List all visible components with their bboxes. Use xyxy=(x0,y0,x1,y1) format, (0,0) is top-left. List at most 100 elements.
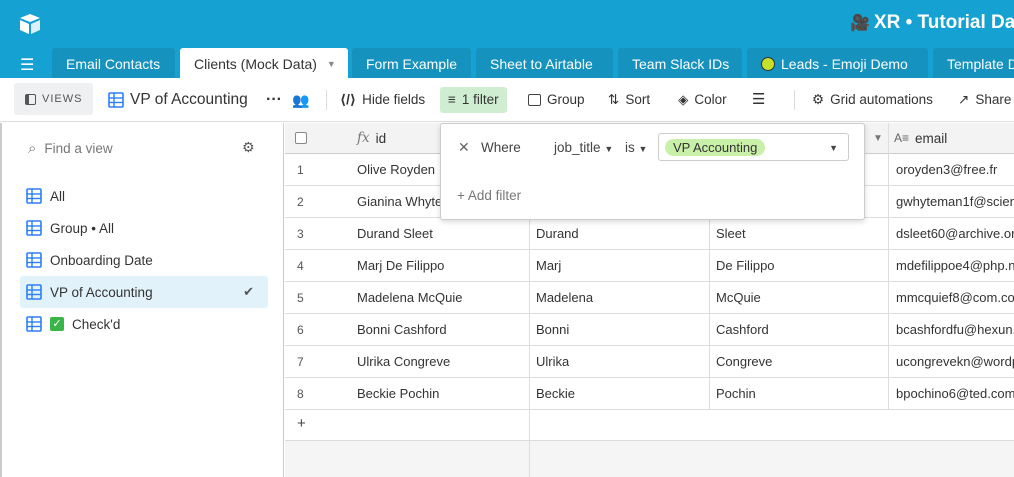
cell-last-name[interactable]: Sleet xyxy=(716,218,746,250)
tab-leads-emoji-demo[interactable]: Leads - Emoji Demo xyxy=(747,48,928,78)
cell-id[interactable]: Bonni Cashford xyxy=(357,314,447,346)
column-divider xyxy=(888,186,889,218)
sort-icon: ⇅ xyxy=(608,92,620,107)
share-button[interactable]: ↗ Share xyxy=(958,87,1011,113)
view-item-all[interactable]: All xyxy=(20,180,268,212)
filter-field-select[interactable]: job_title ▼ xyxy=(554,140,613,155)
cell-id[interactable]: Durand Sleet xyxy=(357,218,433,250)
view-item-onboarding-date[interactable]: Onboarding Date xyxy=(20,244,268,276)
cell-first-name[interactable]: Marj xyxy=(536,250,561,282)
cell-email[interactable]: gwhyteman1f@scien xyxy=(896,186,1014,218)
filter-operator-select[interactable]: is ▼ xyxy=(625,140,647,155)
cell-last-name[interactable]: Cashford xyxy=(716,314,769,346)
grid-view-icon xyxy=(26,284,42,300)
cell-email[interactable]: oroyden3@free.fr xyxy=(896,154,1014,186)
table-row[interactable]: 6 Bonni Cashford Bonni Cashford bcashfordfu@… xyxy=(285,314,1014,346)
collaborators-icon[interactable]: 👥 xyxy=(292,87,309,113)
base-title[interactable]: 🎥 XR • Tutorial Data xyxy=(850,12,1014,34)
view-item-vp-of-accounting[interactable]: VP of Accounting ✔ xyxy=(20,276,268,308)
cell-last-name[interactable]: McQuie xyxy=(716,282,761,314)
sort-button[interactable]: ⇅ Sort xyxy=(608,87,650,113)
filter-value-select[interactable]: VP Accounting ▼ xyxy=(658,133,849,161)
row-number: 6 xyxy=(297,323,304,337)
cell-email[interactable]: ucongrevekn@wordp xyxy=(896,346,1014,378)
cell-last-name[interactable]: De Filippo xyxy=(716,250,775,282)
paint-bucket-icon: ◈ xyxy=(678,92,689,107)
grid-view-icon xyxy=(26,316,42,332)
add-filter-button[interactable]: + Add filter xyxy=(457,188,521,203)
checkmark-icon: ✔ xyxy=(243,284,254,299)
table-row[interactable]: 8 Beckie Pochin Beckie Pochin bpochino6@ted.… xyxy=(285,378,1014,410)
grid-automations-button[interactable]: ⚙ Grid automations xyxy=(812,87,933,113)
column-divider xyxy=(709,282,710,314)
menu-icon[interactable]: ☰ xyxy=(20,55,34,75)
views-toggle-button[interactable]: VIEWS xyxy=(14,83,94,115)
movie-camera-icon: 🎥 xyxy=(850,15,870,32)
view-item-group-all[interactable]: Group • All xyxy=(20,212,268,244)
table-row[interactable]: 3 Durand Sleet Durand Sleet dsleet60@archive… xyxy=(285,218,1014,250)
cell-id[interactable]: Marj De Filippo xyxy=(357,250,444,282)
filter-where-label: Where xyxy=(481,140,521,155)
tab-sheet-to-airtable[interactable]: Sheet to Airtable xyxy=(476,48,613,78)
column-divider xyxy=(709,250,710,282)
tab-team-slack-ids[interactable]: Team Slack IDs xyxy=(618,48,742,78)
cell-first-name[interactable]: Madelena xyxy=(536,282,593,314)
remove-filter-icon[interactable]: ✕ xyxy=(458,139,470,156)
tab-clients-mock-data[interactable]: Clients (Mock Data) ▼ xyxy=(180,48,348,78)
cell-email[interactable]: mdefilippoe4@php.n xyxy=(896,250,1014,282)
cell-id[interactable]: Gianina Whyte xyxy=(357,186,442,218)
base-title-text: XR • Tutorial Data xyxy=(873,12,1014,33)
row-number: 5 xyxy=(297,291,304,305)
cell-id[interactable]: Beckie Pochin xyxy=(357,378,439,410)
view-item-checkd[interactable]: ✓ Check'd xyxy=(20,308,268,340)
color-button[interactable]: ◈ Color xyxy=(678,87,727,113)
cell-last-name[interactable]: Congreve xyxy=(716,346,772,378)
add-row-button[interactable]: + xyxy=(285,410,1014,441)
row-height-icon[interactable]: ☰ xyxy=(752,87,765,113)
current-view[interactable]: VP of Accounting xyxy=(108,87,248,113)
cell-email[interactable]: dsleet60@archive.org xyxy=(896,218,1014,250)
chevron-down-icon[interactable]: ▼ xyxy=(327,59,336,69)
select-all-checkbox[interactable] xyxy=(295,132,307,144)
cell-email[interactable]: bpochino6@ted.com xyxy=(896,378,1014,410)
hide-fields-button[interactable]: ⟨/⟩ Hide fields xyxy=(340,87,425,113)
column-divider xyxy=(888,282,889,314)
row-number: 7 xyxy=(297,355,304,369)
column-header-email[interactable]: A≡ email xyxy=(894,123,947,154)
cell-first-name[interactable]: Ulrika xyxy=(536,346,569,378)
chevron-down-icon[interactable]: ▼ xyxy=(873,123,883,154)
more-options-icon[interactable]: ··· xyxy=(266,87,282,113)
cell-first-name[interactable]: Durand xyxy=(536,218,579,250)
tab-form-example[interactable]: Form Example xyxy=(352,48,471,78)
cell-email[interactable]: mmcquief8@com.co xyxy=(896,282,1014,314)
group-button[interactable]: Group xyxy=(528,87,585,113)
tab-email-contacts[interactable]: Email Contacts xyxy=(52,48,175,78)
column-header-id[interactable]: fx id xyxy=(357,123,386,154)
green-circle-icon xyxy=(761,57,775,71)
find-view-input[interactable]: ⌕ Find a view xyxy=(28,140,113,157)
filter-button[interactable]: ≡ 1 filter xyxy=(440,87,507,113)
search-icon: ⌕ xyxy=(28,140,37,157)
table-row[interactable]: 5 Madelena McQuie Madelena McQuie mmcquief8@… xyxy=(285,282,1014,314)
airtable-logo-icon[interactable] xyxy=(18,12,42,36)
chevron-down-icon: ▼ xyxy=(604,144,614,154)
automation-icon: ⚙ xyxy=(812,92,825,107)
row-number: 2 xyxy=(297,195,304,209)
cell-first-name[interactable]: Beckie xyxy=(536,378,575,410)
tab-template[interactable]: Template D xyxy=(933,48,1014,78)
row-number: 1 xyxy=(297,163,304,177)
gear-icon[interactable]: ⚙ xyxy=(242,139,255,156)
cell-first-name[interactable]: Bonni xyxy=(536,314,569,346)
cell-id[interactable]: Ulrika Congreve xyxy=(357,346,450,378)
cell-last-name[interactable]: Pochin xyxy=(716,378,756,410)
row-number: 3 xyxy=(297,227,304,241)
column-divider xyxy=(888,218,889,250)
column-divider xyxy=(709,378,710,410)
cell-id[interactable]: Madelena McQuie xyxy=(357,282,463,314)
table-row[interactable]: 7 Ulrika Congreve Ulrika Congreve ucongrevek… xyxy=(285,346,1014,378)
cell-id[interactable]: Olive Royden xyxy=(357,154,435,186)
grid-view-icon xyxy=(26,252,42,268)
group-icon xyxy=(528,94,541,106)
table-row[interactable]: 4 Marj De Filippo Marj De Filippo mdefilippo… xyxy=(285,250,1014,282)
cell-email[interactable]: bcashfordfu@hexun. xyxy=(896,314,1014,346)
